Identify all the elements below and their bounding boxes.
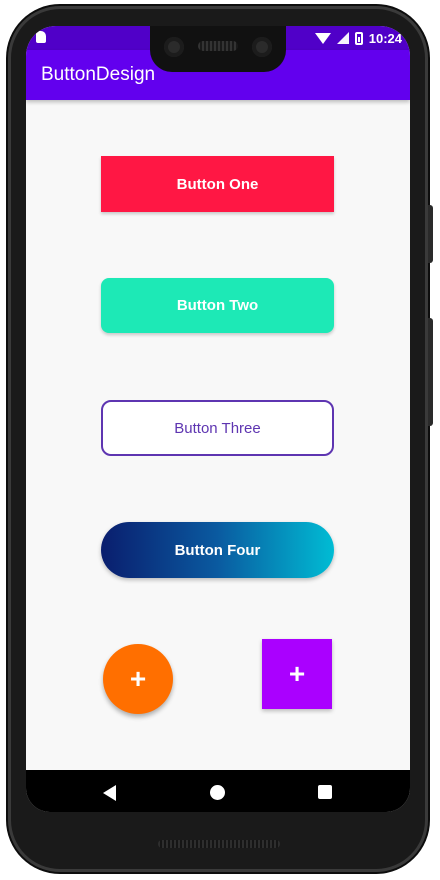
- button-one[interactable]: Button One: [101, 156, 334, 212]
- status-time: 10:24: [368, 30, 402, 46]
- button-two[interactable]: Button Two: [101, 278, 334, 333]
- app-title: ButtonDesign: [41, 64, 156, 85]
- camera-notch: [150, 26, 286, 72]
- button-four[interactable]: Button Four: [101, 522, 334, 578]
- camera-icon: [164, 37, 184, 57]
- plus-icon: +: [129, 663, 147, 694]
- camera-icon: [252, 37, 272, 57]
- earpiece-speaker: [198, 41, 238, 51]
- sim-card-icon: [36, 31, 46, 43]
- power-button: [428, 205, 433, 263]
- square-add-button[interactable]: +: [262, 639, 332, 709]
- bottom-speaker: [158, 840, 280, 848]
- signal-icon: [336, 32, 349, 44]
- recents-icon[interactable]: [318, 785, 332, 799]
- plus-icon: +: [288, 658, 306, 689]
- screen: 10:24 ButtonDesign Button One Button Two…: [26, 26, 410, 812]
- wifi-icon: [314, 32, 331, 44]
- status-icons: 10:24: [314, 29, 402, 47]
- battery-icon: [354, 31, 363, 45]
- back-icon[interactable]: [103, 785, 116, 801]
- round-add-button[interactable]: +: [103, 644, 173, 714]
- navigation-bar: [26, 770, 410, 812]
- home-icon[interactable]: [210, 785, 225, 800]
- volume-button: [428, 318, 433, 426]
- button-three[interactable]: Button Three: [101, 400, 334, 456]
